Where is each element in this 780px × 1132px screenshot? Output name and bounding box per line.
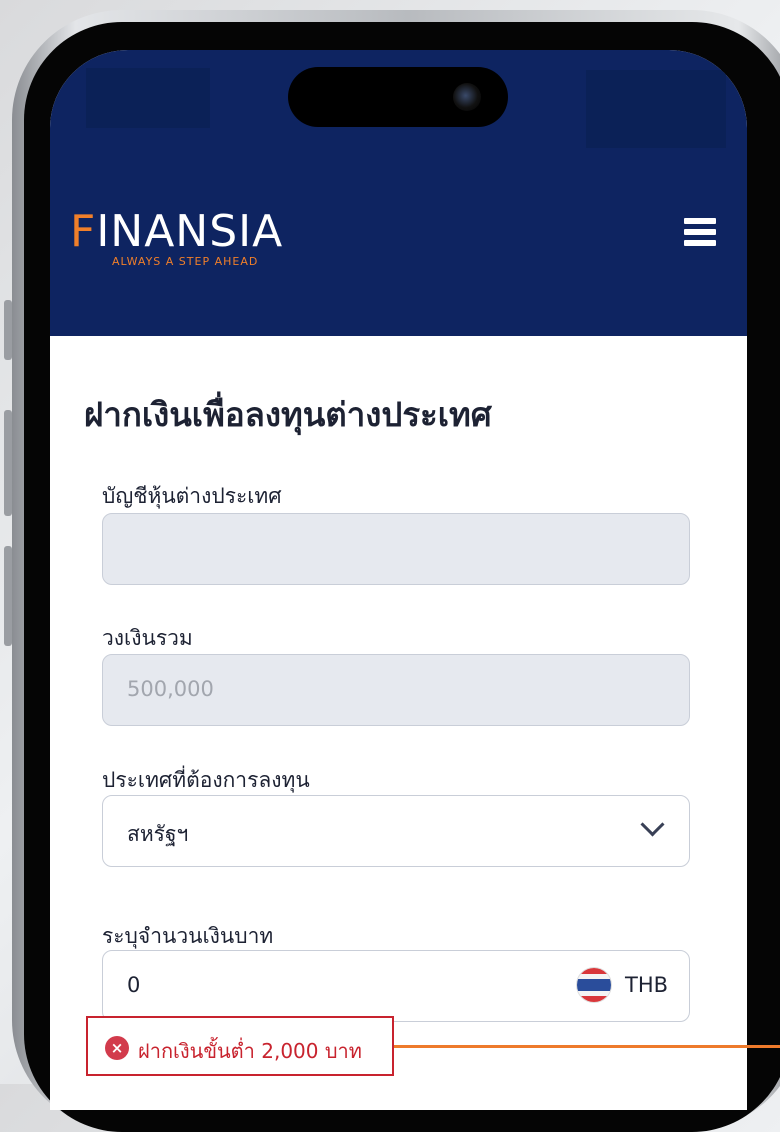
credit-limit-field: 500,000 (102, 654, 690, 726)
account-label: บัญชีหุ้นต่างประเทศ (102, 484, 282, 508)
country-selected-value: สหรัฐฯ (127, 822, 189, 846)
thailand-flag-icon (577, 968, 611, 1002)
error-message: × ฝากเงินขั้นต่ำ 2,000 บาท (86, 1016, 394, 1076)
page-title: ฝากเงินเพื่อลงทุนต่างประเทศ (84, 395, 492, 434)
app-screen: FINANSIA ALWAYS A STEP AHEAD ฝากเงินเพื่… (50, 50, 747, 1110)
credit-limit-value: 500,000 (127, 677, 214, 701)
country-label: ประเทศที่ต้องการลงทุน (102, 768, 310, 792)
amount-label: ระบุจำนวนเงินบาท (102, 924, 274, 948)
app-header: FINANSIA ALWAYS A STEP AHEAD (50, 50, 747, 336)
logo-wordmark: FINANSIA (70, 206, 284, 257)
hamburger-menu-icon[interactable] (684, 218, 716, 246)
country-select[interactable]: สหรัฐฯ (102, 795, 690, 867)
amount-input[interactable]: 0 THB (102, 950, 690, 1022)
callout-line (394, 1045, 780, 1048)
credit-limit-label: วงเงินรวม (102, 626, 193, 650)
finansia-logo[interactable]: FINANSIA ALWAYS A STEP AHEAD (70, 206, 284, 269)
currency-label: THB (625, 973, 669, 997)
phone-side-button (4, 300, 12, 360)
error-text: ฝากเงินขั้นต่ำ 2,000 บาท (138, 1039, 362, 1063)
phone-side-button (4, 546, 12, 646)
camera-icon (453, 83, 481, 111)
amount-value[interactable]: 0 (127, 973, 140, 997)
logo-tagline: ALWAYS A STEP AHEAD (112, 255, 259, 268)
account-field (102, 513, 690, 585)
phone-side-button (4, 410, 12, 516)
status-bar-left (86, 68, 210, 128)
error-x-icon: × (105, 1036, 129, 1060)
status-bar-right (586, 70, 726, 148)
chevron-down-icon[interactable] (640, 812, 665, 837)
